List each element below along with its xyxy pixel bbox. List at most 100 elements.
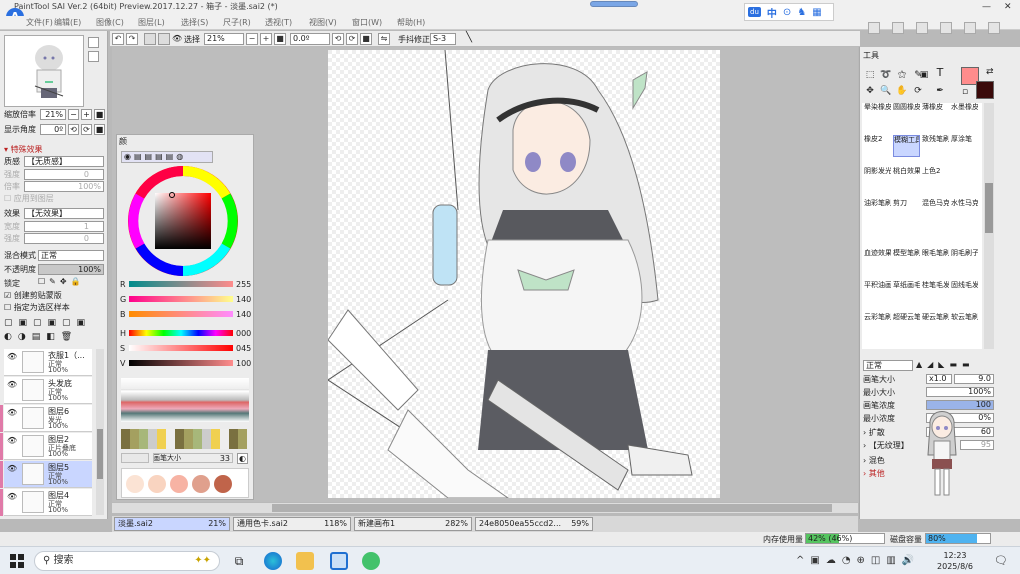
other-row[interactable]: › 其他 bbox=[863, 468, 885, 479]
brush-preset[interactable]: 云彩笔刷 bbox=[864, 313, 891, 335]
blend-mode-dropdown[interactable]: 正常 bbox=[38, 250, 104, 261]
texture-value[interactable]: 95 bbox=[960, 440, 994, 450]
brush-preset[interactable]: 软云笔刷 bbox=[951, 313, 978, 335]
brush-preset[interactable]: 橡皮2 bbox=[864, 135, 891, 157]
brush-preset[interactable]: 水性马克笔 bbox=[951, 199, 978, 221]
visibility-eye-icon[interactable]: 👁 bbox=[7, 436, 17, 446]
brush-preset[interactable]: 混色马克笔 bbox=[922, 199, 949, 221]
zoom-plus-button[interactable]: + bbox=[81, 109, 92, 120]
rotation-reset-button[interactable]: ■ bbox=[94, 124, 105, 135]
value-value[interactable]: 100 bbox=[236, 359, 251, 368]
effect-dropdown[interactable]: 【无效果】 bbox=[24, 208, 104, 219]
document-tab[interactable]: 通用色卡.sai2 118% bbox=[233, 517, 351, 531]
ime-user-icon[interactable]: ♞ bbox=[797, 7, 806, 18]
window-tool-button[interactable] bbox=[868, 22, 880, 34]
brush-preset[interactable]: 血迹效果 bbox=[864, 249, 891, 271]
texture-dropdown[interactable]: 【无质感】 bbox=[24, 156, 104, 167]
menu-item-ruler[interactable]: 尺子(R) bbox=[223, 17, 251, 28]
min-size-value[interactable]: 100% bbox=[926, 387, 994, 397]
menu-item-image[interactable]: 图像(C) bbox=[96, 17, 124, 28]
brush-size-value[interactable]: 33 bbox=[153, 453, 233, 463]
rotate-reset-button[interactable]: ■ bbox=[360, 33, 372, 45]
menu-item-file[interactable]: 文件(F) bbox=[26, 17, 53, 28]
visibility-eye-icon[interactable]: 👁 bbox=[7, 492, 17, 502]
undo-icon[interactable]: ↶ bbox=[112, 33, 124, 45]
ime-grid-icon[interactable]: ▦ bbox=[812, 7, 821, 18]
history-swatch[interactable] bbox=[192, 475, 210, 493]
nav-button[interactable] bbox=[88, 51, 99, 62]
layer-item[interactable]: 👁 图层2 正片叠底 100% bbox=[0, 433, 92, 460]
nav-button[interactable] bbox=[88, 37, 99, 48]
move-icon[interactable]: ✥ bbox=[864, 85, 876, 97]
history-swatch[interactable] bbox=[126, 475, 144, 493]
effect-intensity-value[interactable]: 0 bbox=[24, 233, 104, 244]
history-swatch[interactable] bbox=[170, 475, 188, 493]
rotate-cw-button[interactable]: ⟳ bbox=[81, 124, 92, 135]
canvas-horizontal-scrollbar[interactable] bbox=[112, 503, 858, 513]
brush-blend-mode-dropdown[interactable]: 正常 bbox=[863, 360, 913, 371]
hsv-color-wheel[interactable] bbox=[127, 165, 239, 277]
apply-to-layer-checkbox[interactable]: ☐ 应用到图层 bbox=[4, 193, 54, 204]
history-swatch[interactable] bbox=[148, 475, 166, 493]
brush-preset[interactable]: 阴毛刷子 bbox=[951, 249, 978, 271]
mix-row[interactable]: › 混色 bbox=[863, 455, 885, 466]
color-swatch-grid[interactable] bbox=[121, 429, 247, 449]
texture-row[interactable]: › 【无纹理】 bbox=[863, 440, 909, 451]
menu-item-perspective[interactable]: 透视(T) bbox=[265, 17, 292, 28]
rotate-ccw-button[interactable]: ⟲ bbox=[68, 124, 79, 135]
magic-wand-icon[interactable]: ⚝ bbox=[896, 69, 908, 81]
layer-actions-row-2[interactable]: ◐◑▤◧🗑 bbox=[4, 332, 78, 342]
rotate-left-button[interactable]: ⟲ bbox=[332, 33, 344, 45]
brush-preset[interactable]: 厚涂笔 bbox=[951, 135, 978, 157]
taskbar-search[interactable]: ⚲ 搜索 ✦✦ bbox=[34, 551, 220, 571]
brush-preset[interactable]: 模型笔刷 bbox=[893, 249, 920, 271]
lasso-icon[interactable]: ➰ bbox=[880, 69, 892, 81]
ime-language-toggle[interactable]: 中 bbox=[767, 5, 777, 20]
layer-item-selected[interactable]: 👁 图层5 正常 100% bbox=[0, 461, 92, 488]
eyedropper-icon[interactable]: ✒ bbox=[934, 85, 946, 97]
green-slider[interactable] bbox=[129, 296, 233, 302]
layer-item[interactable]: 👁 衣服1（... 正常 100% bbox=[4, 349, 92, 376]
window-tool-button[interactable] bbox=[940, 22, 952, 34]
menu-item-view[interactable]: 视图(V) bbox=[309, 17, 337, 28]
document-tab[interactable]: 24e8050ea55ccd2... 59% bbox=[475, 517, 593, 531]
brush-size-multiplier[interactable]: x1.0 bbox=[926, 374, 952, 384]
window-tool-button[interactable] bbox=[988, 22, 1000, 34]
brush-preset[interactable]: 超硬云笔刷 bbox=[893, 313, 920, 335]
blue-value[interactable]: 140 bbox=[236, 310, 251, 319]
clipping-mask-checkbox[interactable]: ☑ 创建剪贴蒙版 bbox=[4, 290, 62, 301]
stabilizer-dropdown[interactable]: S-3 bbox=[430, 33, 456, 45]
painttool-sai-taskbar-icon[interactable] bbox=[330, 552, 348, 570]
scrollbar-thumb[interactable] bbox=[272, 504, 832, 512]
spread-row[interactable]: › 扩散 bbox=[863, 427, 885, 438]
effects-header[interactable]: ▾ 特殊效果 bbox=[4, 144, 43, 155]
minimize-icon[interactable]: — bbox=[982, 2, 992, 12]
layer-item[interactable]: 👁 图层4 正常 100% bbox=[0, 489, 92, 516]
brush-preset[interactable]: 上色2 bbox=[922, 167, 949, 189]
rotate-right-button[interactable]: ⟳ bbox=[346, 33, 358, 45]
menu-item-edit[interactable]: 编辑(E) bbox=[54, 17, 81, 28]
task-view-icon[interactable]: ⧉ bbox=[230, 552, 248, 570]
brush-preset[interactable]: 草纸画毛发 bbox=[893, 281, 920, 303]
layer-move-icon[interactable]: ▣ bbox=[918, 69, 930, 81]
zoom-dropdown[interactable]: 21% bbox=[204, 33, 244, 45]
drawing-canvas[interactable] bbox=[328, 50, 720, 498]
brush-preset[interactable]: 固线毛发 bbox=[951, 281, 978, 303]
menu-item-window[interactable]: 窗口(W) bbox=[352, 17, 382, 28]
brush-preset[interactable]: 油彩笔刷 bbox=[864, 199, 891, 221]
brush-preset[interactable]: 剪刀 bbox=[893, 199, 920, 221]
wechat-icon[interactable] bbox=[362, 552, 380, 570]
texture-strength-value[interactable]: 0 bbox=[24, 169, 104, 180]
blue-slider[interactable] bbox=[129, 311, 233, 317]
selection-eye-icon[interactable]: 👁 bbox=[172, 34, 182, 43]
windows-start-icon[interactable] bbox=[10, 554, 24, 568]
ime-logo-icon[interactable]: du bbox=[748, 7, 761, 17]
flip-canvas-button[interactable]: ⇋ bbox=[378, 33, 390, 45]
line-tool-icon[interactable]: ╲ bbox=[466, 32, 472, 43]
lock-icons[interactable]: ☐✎✥🔒 bbox=[38, 277, 85, 286]
zoom-value[interactable]: 21% bbox=[40, 109, 66, 120]
zoom-in-button[interactable]: + bbox=[260, 33, 272, 45]
rect-select-icon[interactable]: ⬚ bbox=[864, 69, 876, 81]
color-mixing-gradients[interactable] bbox=[121, 378, 249, 422]
document-tab[interactable]: 淡墨.sai2 21% bbox=[114, 517, 230, 531]
